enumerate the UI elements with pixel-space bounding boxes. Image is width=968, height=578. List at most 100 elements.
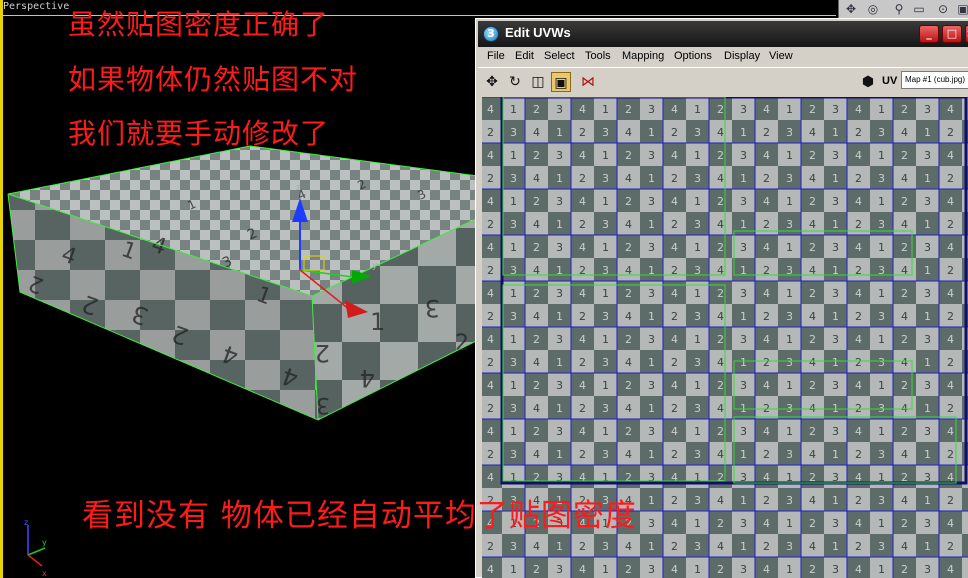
svg-text:1: 1 <box>556 448 563 461</box>
svg-text:1: 1 <box>786 103 793 116</box>
svg-text:2: 2 <box>579 448 586 461</box>
svg-text:4: 4 <box>579 379 586 392</box>
freeform-icon[interactable]: ▣ <box>551 72 571 92</box>
svg-text:2: 2 <box>533 333 540 346</box>
svg-text:3: 3 <box>740 517 747 530</box>
maximize-button[interactable]: □ <box>942 25 962 43</box>
svg-text:4: 4 <box>901 540 908 553</box>
svg-text:1: 1 <box>832 356 839 369</box>
svg-text:4: 4 <box>855 149 862 162</box>
svg-text:3: 3 <box>740 195 747 208</box>
svg-text:4: 4 <box>809 310 816 323</box>
arc-rotate-icon[interactable]: ⊙ <box>935 2 951 17</box>
svg-text:2: 2 <box>579 402 586 415</box>
svg-text:4: 4 <box>763 103 770 116</box>
svg-text:4: 4 <box>671 241 678 254</box>
svg-text:1: 1 <box>602 333 609 346</box>
svg-text:4: 4 <box>579 195 586 208</box>
orbit-icon[interactable]: ◎ <box>865 2 881 17</box>
svg-text:4: 4 <box>625 126 632 139</box>
menu-edit[interactable]: Edit <box>515 50 534 62</box>
menu-select[interactable]: Select <box>544 50 575 62</box>
pan-icon[interactable]: ✥ <box>843 2 859 17</box>
svg-text:4: 4 <box>360 364 375 392</box>
svg-text:4: 4 <box>763 195 770 208</box>
scale-icon[interactable]: ◫ <box>528 72 548 92</box>
svg-text:4: 4 <box>533 310 540 323</box>
svg-text:4: 4 <box>947 287 954 300</box>
svg-text:4: 4 <box>901 218 908 231</box>
svg-text:4: 4 <box>717 540 724 553</box>
menu-mapping[interactable]: Mapping <box>622 50 664 62</box>
menu-display[interactable]: Display <box>724 50 760 62</box>
svg-text:4: 4 <box>855 425 862 438</box>
svg-text:2: 2 <box>625 333 632 346</box>
svg-text:2: 2 <box>671 310 678 323</box>
menu-view[interactable]: View <box>769 50 793 62</box>
svg-text:4: 4 <box>671 103 678 116</box>
gizmo-label-y: y <box>372 261 378 271</box>
svg-text:1: 1 <box>556 126 563 139</box>
svg-text:1: 1 <box>832 448 839 461</box>
svg-text:1: 1 <box>602 379 609 392</box>
svg-text:1: 1 <box>924 218 931 231</box>
move-icon[interactable]: ✥ <box>482 72 502 92</box>
svg-text:2: 2 <box>809 425 816 438</box>
svg-text:4: 4 <box>533 402 540 415</box>
rotate-icon[interactable]: ↻ <box>505 72 525 92</box>
svg-text:2: 2 <box>809 287 816 300</box>
svg-text:4: 4 <box>763 563 770 576</box>
svg-text:3: 3 <box>556 425 563 438</box>
svg-text:4: 4 <box>901 126 908 139</box>
svg-text:1: 1 <box>924 264 931 277</box>
svg-text:3: 3 <box>510 356 517 369</box>
menu-file[interactable]: File <box>487 50 505 62</box>
window-titlebar[interactable]: 3 Edit UVWs _ □ × <box>478 21 968 47</box>
svg-text:1: 1 <box>740 126 747 139</box>
svg-text:4: 4 <box>625 356 632 369</box>
svg-text:3: 3 <box>740 379 747 392</box>
svg-text:1: 1 <box>924 172 931 185</box>
svg-text:4: 4 <box>947 379 954 392</box>
maximize-viewport-icon[interactable]: ▣ <box>955 2 968 17</box>
uvw-toolbar: ✥ ↻ ◫ ▣ ⋈ ⬢ UV Map #1 (cub.jpg) <box>478 67 968 95</box>
mirror-icon[interactable]: ⋈ <box>578 72 598 92</box>
svg-text:3: 3 <box>694 310 701 323</box>
svg-text:4: 4 <box>947 425 954 438</box>
field-of-view-icon[interactable]: ▭ <box>911 2 927 17</box>
svg-text:2: 2 <box>533 379 540 392</box>
axis-tripod: z y x <box>24 518 47 578</box>
walk-icon[interactable]: ⚲ <box>891 2 907 17</box>
svg-text:4: 4 <box>947 517 954 530</box>
svg-text:3: 3 <box>694 126 701 139</box>
svg-text:4: 4 <box>487 103 494 116</box>
svg-text:4: 4 <box>855 563 862 576</box>
svg-text:4: 4 <box>763 517 770 530</box>
svg-text:3: 3 <box>924 195 931 208</box>
caption-line-1: 虽然贴图密度正确了 <box>68 8 330 41</box>
svg-text:4: 4 <box>625 310 632 323</box>
svg-text:2: 2 <box>947 218 954 231</box>
svg-text:3: 3 <box>648 379 655 392</box>
svg-text:2: 2 <box>671 540 678 553</box>
texture-map-select[interactable]: Map #1 (cub.jpg) <box>901 71 968 89</box>
svg-text:4: 4 <box>901 448 908 461</box>
tripod-label-z: z <box>24 518 28 527</box>
svg-text:4: 4 <box>579 287 586 300</box>
svg-text:1: 1 <box>510 103 517 116</box>
svg-text:3: 3 <box>740 425 747 438</box>
svg-text:3: 3 <box>602 448 609 461</box>
minimize-button[interactable]: _ <box>919 25 939 43</box>
menu-options[interactable]: Options <box>674 50 712 62</box>
svg-text:3: 3 <box>924 287 931 300</box>
svg-text:3: 3 <box>602 310 609 323</box>
svg-text:3: 3 <box>694 540 701 553</box>
svg-text:3: 3 <box>694 172 701 185</box>
svg-text:4: 4 <box>809 356 816 369</box>
svg-text:3: 3 <box>694 402 701 415</box>
svg-text:1: 1 <box>556 402 563 415</box>
menu-tools[interactable]: Tools <box>585 50 611 62</box>
svg-text:3: 3 <box>878 356 885 369</box>
svg-text:2: 2 <box>809 517 816 530</box>
options-icon[interactable]: ⬢ <box>858 72 878 92</box>
